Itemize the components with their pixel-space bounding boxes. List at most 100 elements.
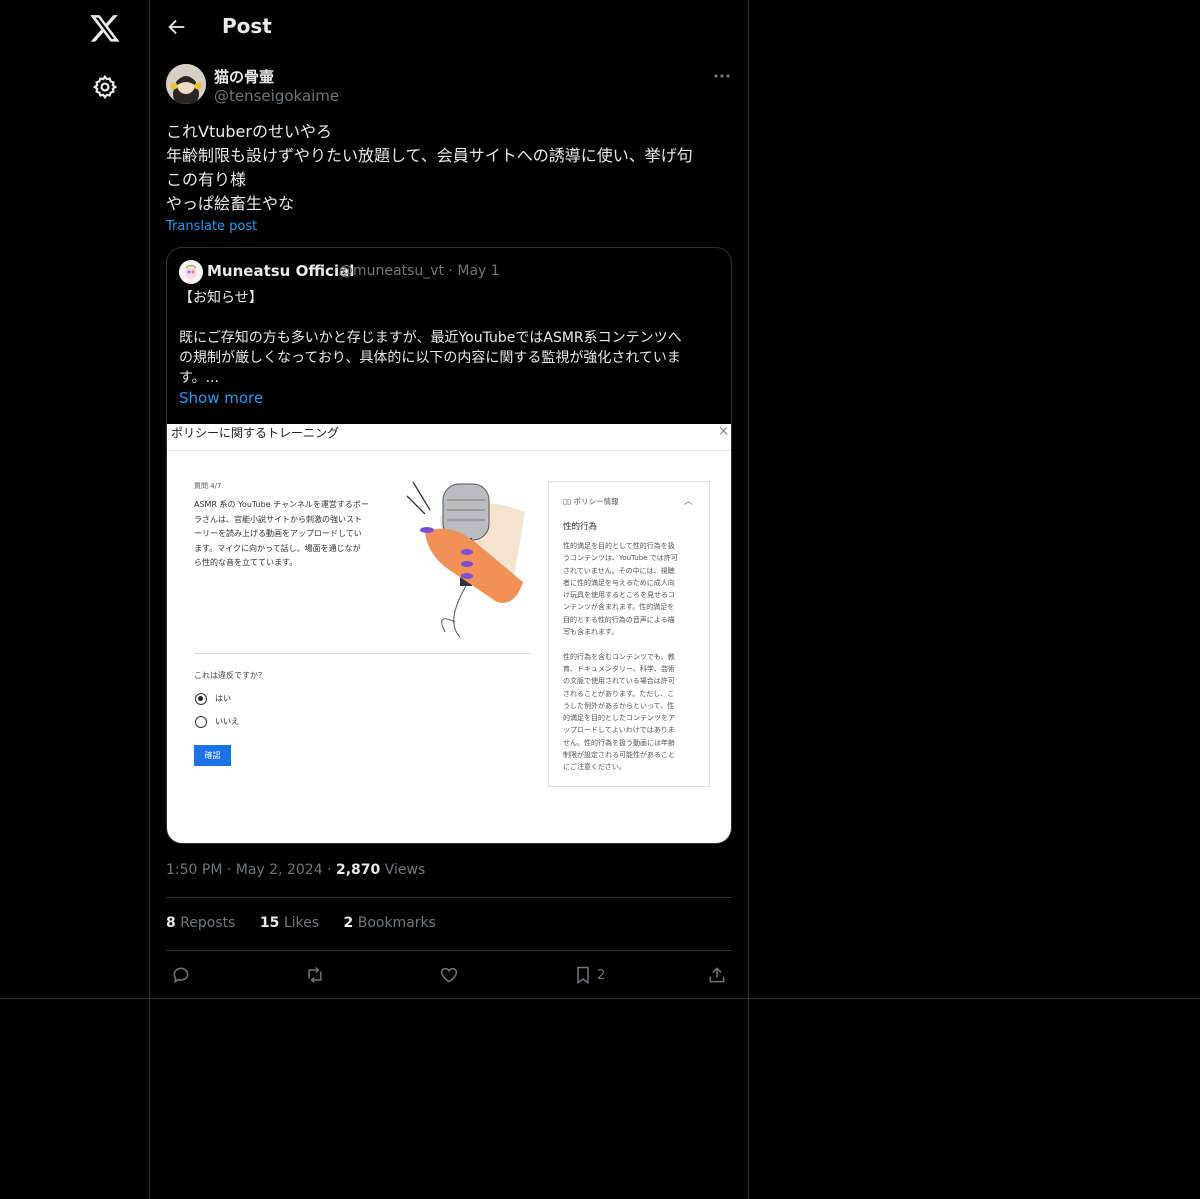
quote-avatar [179, 260, 203, 284]
page-header: Post [150, 0, 748, 56]
quoted-post[interactable]: Muneatsu Official @muneatsu_vt · May 1 【… [166, 247, 732, 844]
post-meta: 1:50 PM · May 2, 2024 · 2,870 Views [166, 862, 425, 878]
question-prompt: これは違反ですか？ [194, 671, 266, 680]
post-date[interactable]: May 2, 2024 [236, 862, 323, 878]
avatar[interactable] [166, 64, 206, 104]
policy-line: されていません。その中には、視聴 [563, 566, 675, 575]
views-count: 2,870 [335, 862, 381, 878]
question-text: ASMR 系の YouTube チャンネルを運営するポー ラさんは、官能小説サイ… [194, 498, 394, 571]
left-nav-rail [0, 0, 150, 1199]
quote-meta: @muneatsu_vt · May 1 [339, 263, 500, 279]
quote-text-line: 既にご存知の方も多いかと存じますが、最近YouTubeではASMR系コンテンツへ [179, 330, 682, 346]
book-icon: ▯▯ [563, 497, 574, 506]
bookmarks-count: 2 [343, 915, 354, 931]
views-label: Views [384, 862, 426, 878]
divider [0, 998, 1200, 999]
post-time[interactable]: 1:50 PM [166, 862, 222, 878]
like-icon [440, 967, 458, 983]
reply-button[interactable] [171, 964, 191, 986]
policy-line: うコンテンツは、YouTube では許可 [563, 554, 678, 563]
action-bar: 2 [166, 960, 732, 990]
quote-author-name: Muneatsu Official [207, 262, 355, 280]
policy-line: け玩具を使用するところを見せるコ [563, 591, 675, 600]
post-text-line: やっぱ絵畜生やな [166, 194, 295, 213]
policy-line: 性的行為を含むコンテンツでも、教 [563, 652, 675, 661]
bookmark-count: 2 [597, 967, 606, 983]
reply-icon [173, 967, 189, 984]
question-line: ラさんは、官能小説サイトから刺激の強いスト [194, 514, 362, 524]
quote-date: May 1 [457, 263, 500, 279]
quote-text: 【お知らせ】 既にご存知の方も多いかと存じますが、最近YouTubeではASMR… [179, 288, 723, 388]
likes-stat[interactable]: 15 Likes [260, 915, 319, 931]
question-number: 質問 4/7 [194, 482, 222, 490]
bookmark-button[interactable]: 2 [573, 964, 605, 986]
like-button[interactable] [439, 964, 459, 986]
quote-text-line: 【お知らせ】 [179, 290, 263, 306]
author-name[interactable]: 猫の骨壷 [214, 66, 274, 87]
author-handle[interactable]: @tenseigokaime [214, 87, 339, 105]
separator-dot: · [327, 862, 336, 878]
confirm-button: 確認 [194, 745, 231, 766]
option-yes-label: はい [215, 694, 231, 703]
repost-button[interactable] [305, 964, 325, 986]
post-text-line: 年齢制限も設けずやりたい放題して、会員サイトへの誘導に使い、挙げ句 [166, 146, 693, 165]
reposts-label: Reposts [180, 915, 236, 931]
policy-line: 性的満足を目的として性的行為を扱 [563, 542, 675, 550]
policy-line: せん。性的行為を扱う動画には年齢 [563, 738, 675, 747]
likes-count: 15 [259, 915, 280, 931]
image-title: ポリシーに関するトレーニング [171, 426, 340, 440]
repost-icon [308, 966, 322, 984]
policy-line: ンテンツが含まれます。性的満足を [563, 603, 675, 612]
policy-line [563, 638, 697, 650]
bookmark-icon [577, 966, 589, 984]
quote-image[interactable]: ポリシーに関するトレーニング × 質問 4/7 ASMR 系の YouTube … [167, 424, 731, 843]
show-more-link[interactable]: Show more [179, 389, 263, 407]
more-icon[interactable] [712, 68, 732, 84]
reposts-stat[interactable]: 8 Reposts [166, 915, 235, 931]
policy-line: 制限が設定される可能性があること [563, 751, 675, 760]
policy-line: 育、ドキュメンタリー、科学、芸術 [563, 664, 675, 673]
policy-line: の文脈で使用されている場合は許可 [563, 677, 675, 686]
policy-line: うした例外があるからといって、性 [563, 701, 675, 710]
reposts-count: 8 [166, 915, 176, 931]
question-divider [194, 653, 532, 654]
post-text-line: これVtuberのせいやろ [166, 122, 332, 141]
microphone-illustration-icon [406, 481, 525, 638]
post-stats: 8 Reposts 15 Likes 2 Bookmarks [166, 915, 456, 931]
divider [166, 950, 732, 951]
main-column: Post 猫の骨壷 @tenseigokaime これVtuberのせいやろ 年… [150, 0, 749, 1199]
question-line: ASMR 系の YouTube チャンネルを運営するポー [194, 500, 369, 509]
separator-dot: · [226, 862, 236, 878]
quote-author-handle: @muneatsu_vt [339, 263, 445, 279]
image-divider [167, 450, 731, 451]
policy-body: 性的満足を目的として性的行為を扱 うコンテンツは、YouTube では許可 され… [563, 540, 697, 774]
divider [166, 897, 732, 898]
question-line: ーリーを読み上げる動画をアップロードしてい [194, 529, 362, 538]
translate-post-link[interactable]: Translate post [166, 219, 257, 234]
chevron-up-icon: ︿ [683, 497, 693, 507]
policy-line: されることがあります。ただし、こ [563, 689, 675, 698]
quote-text-line: す。... [179, 370, 219, 386]
post-author: 猫の骨壷 @tenseigokaime [166, 64, 732, 108]
page-title: Post [222, 14, 272, 38]
gear-icon[interactable] [92, 74, 118, 100]
share-button[interactable] [707, 964, 727, 986]
back-arrow-icon[interactable] [166, 16, 188, 38]
quote-text-line: の規制が厳しくなっており、具体的に以下の内容に関する監視が強化されていま [179, 350, 681, 366]
policy-line: 者に性的満足を与えるために成人向 [563, 578, 675, 587]
question-line: ます。マイクに向かって話し、場面を通じなが [194, 543, 361, 553]
policy-header-label: ポリシー情報 [573, 497, 619, 506]
question-line: ら性的な音を立てています。 [194, 558, 298, 567]
image-close-glyph: × [718, 424, 729, 439]
policy-line: 目的とする性的行為の音声による描 [563, 615, 675, 624]
policy-panel: ▯▯ ポリシー情報 ︿ 性的行為 性的満足を目的として性的行為を扱 うコンテンツ… [548, 481, 710, 787]
policy-subtitle: 性的行為 [563, 522, 598, 532]
policy-header: ▯▯ ポリシー情報 [563, 496, 619, 507]
policy-line: 的満足を目的としたコンテンツをア [563, 714, 675, 723]
bookmarks-label: Bookmarks [357, 915, 436, 931]
bookmarks-stat[interactable]: 2 Bookmarks [344, 915, 436, 931]
policy-line: にご注意ください。 [563, 763, 626, 772]
share-icon [709, 967, 725, 983]
likes-label: Likes [283, 915, 320, 931]
x-logo-icon[interactable] [89, 12, 121, 44]
